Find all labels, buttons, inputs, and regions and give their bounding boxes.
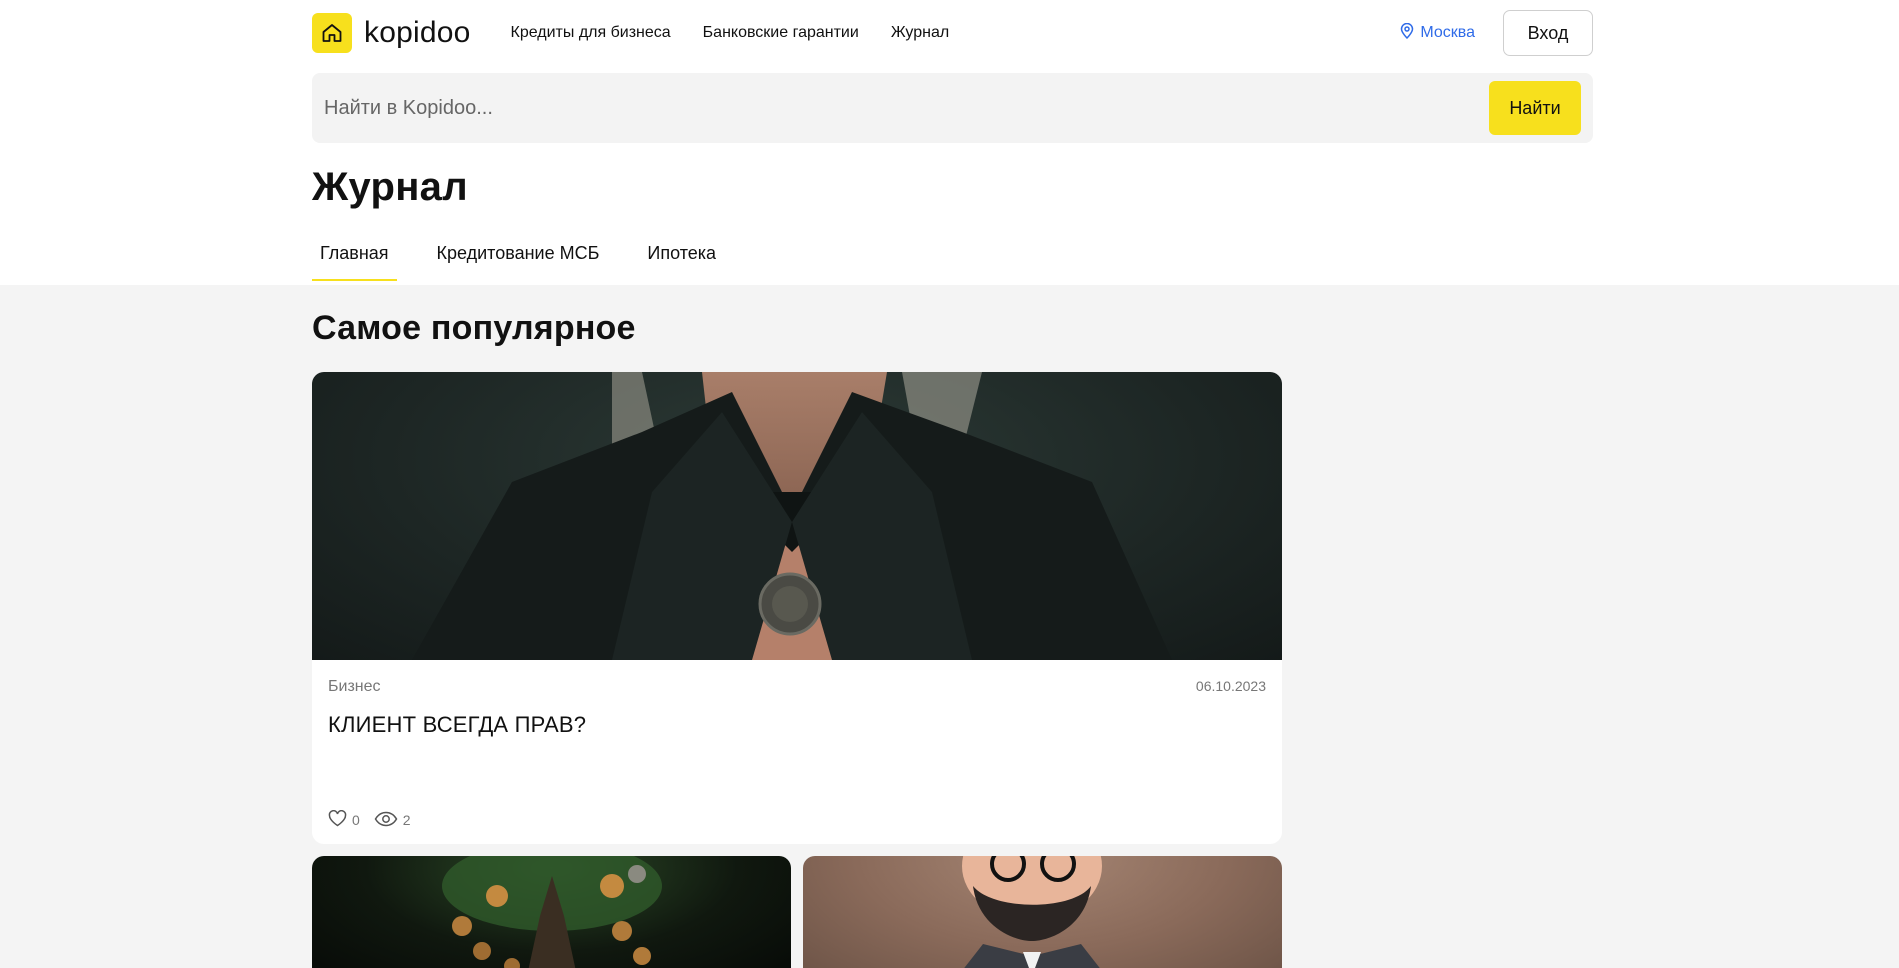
search-input[interactable] xyxy=(324,73,1489,143)
views-count: 2 xyxy=(402,812,411,828)
city-selector[interactable]: Москва xyxy=(1400,22,1475,44)
article-meta: Бизнес 06.10.2023 xyxy=(328,678,1266,696)
article-stats: 0 2 xyxy=(328,810,411,830)
top-section: kopidoo Кредиты для бизнеса Банковские г… xyxy=(0,0,1899,285)
main-nav: Кредиты для бизнеса Банковские гарантии … xyxy=(511,24,950,42)
city-label: Москва xyxy=(1420,24,1475,41)
login-button[interactable]: Вход xyxy=(1503,10,1593,56)
location-pin-icon xyxy=(1400,22,1414,44)
search-bar: Найти xyxy=(312,73,1593,143)
nav-link-business-loans[interactable]: Кредиты для бизнеса xyxy=(511,24,671,42)
eye-icon xyxy=(374,811,398,830)
tab-mortgage[interactable]: Ипотека xyxy=(639,234,724,281)
article-image xyxy=(312,856,791,968)
article-date: 06.10.2023 xyxy=(1195,678,1266,694)
journal-tabs: Главная Кредитование МСБ Ипотека xyxy=(312,234,1593,281)
views-stat: 2 xyxy=(374,811,411,830)
article-card-featured[interactable]: Бизнес 06.10.2023 КЛИЕНТ ВСЕГДА ПРАВ? 0 xyxy=(312,372,1282,844)
article-row xyxy=(312,856,1282,968)
tab-main[interactable]: Главная xyxy=(312,234,397,281)
logo-text: kopidoo xyxy=(364,16,471,49)
page-title: Журнал xyxy=(312,165,468,209)
section-heading-popular: Самое популярное xyxy=(312,309,636,347)
nav-link-journal[interactable]: Журнал xyxy=(891,24,949,42)
article-card-money-tree[interactable] xyxy=(312,856,791,968)
logo[interactable]: kopidoo xyxy=(312,13,471,53)
home-icon xyxy=(312,13,352,53)
article-image xyxy=(312,372,1282,660)
article-body: Бизнес 06.10.2023 КЛИЕНТ ВСЕГДА ПРАВ? 0 xyxy=(312,660,1282,844)
article-category[interactable]: Бизнес xyxy=(328,678,381,696)
tab-sme-lending[interactable]: Кредитование МСБ xyxy=(429,234,608,281)
search-button[interactable]: Найти xyxy=(1489,81,1581,135)
site-header: kopidoo Кредиты для бизнеса Банковские г… xyxy=(312,0,1593,66)
header-right: Москва Вход xyxy=(1400,10,1593,56)
likes-count: 0 xyxy=(352,812,360,828)
article-card-businessman[interactable] xyxy=(803,856,1282,968)
heart-icon xyxy=(328,810,347,830)
nav-link-bank-guarantees[interactable]: Банковские гарантии xyxy=(703,24,859,42)
article-image xyxy=(803,856,1282,968)
likes-stat[interactable]: 0 xyxy=(328,810,360,830)
article-title[interactable]: КЛИЕНТ ВСЕГДА ПРАВ? xyxy=(328,712,1266,738)
